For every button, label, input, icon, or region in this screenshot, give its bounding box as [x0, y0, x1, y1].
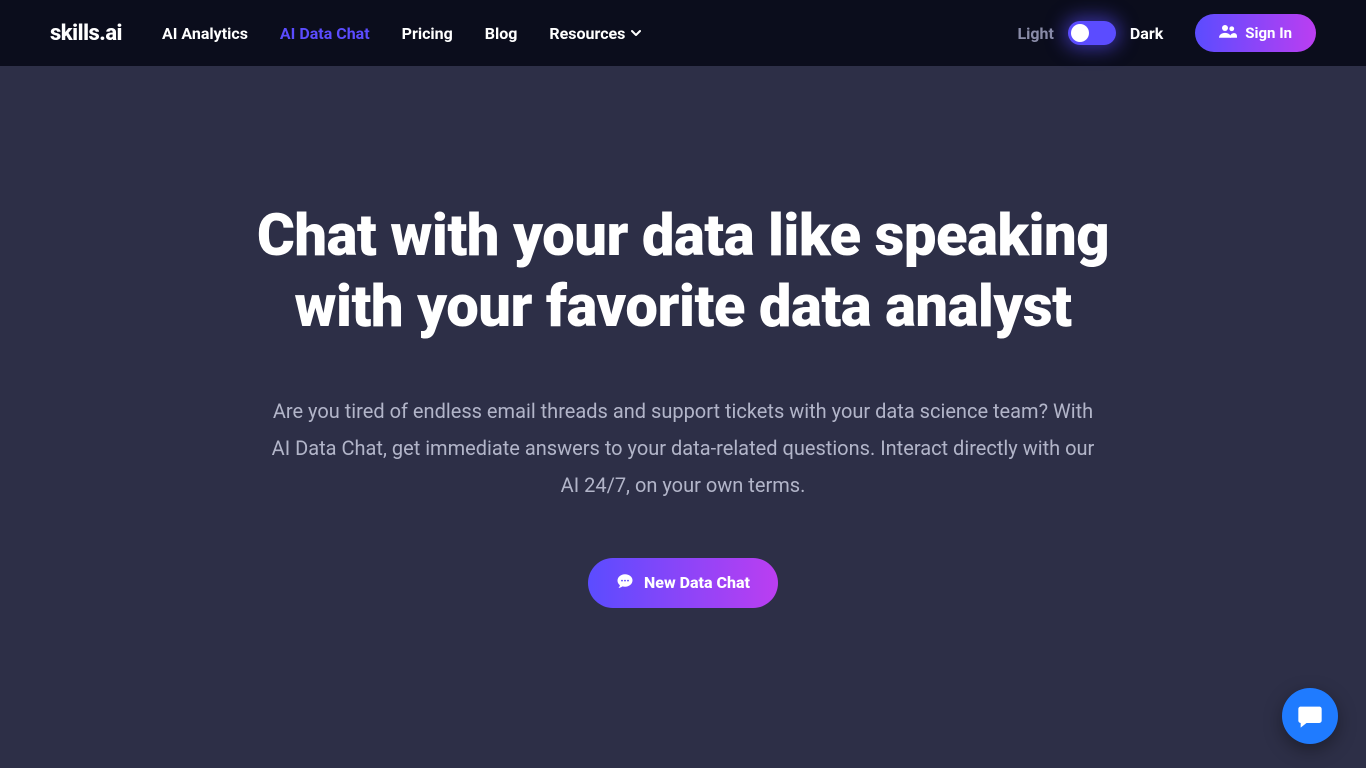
nav-ai-data-chat[interactable]: AI Data Chat — [280, 24, 370, 43]
signin-button[interactable]: Sign In — [1195, 14, 1316, 52]
nav: AI Analytics AI Data Chat Pricing Blog R… — [162, 24, 641, 43]
hero-subtitle: Are you tired of endless email threads a… — [263, 393, 1103, 504]
signin-label: Sign In — [1245, 24, 1292, 42]
cta-label: New Data Chat — [644, 573, 750, 592]
new-data-chat-button[interactable]: New Data Chat — [588, 558, 778, 608]
chat-icon — [616, 572, 634, 594]
chat-bubble-icon — [1296, 702, 1324, 730]
chat-fab[interactable] — [1282, 688, 1338, 744]
moon-icon — [1078, 24, 1096, 42]
theme-dark-label: Dark — [1130, 24, 1163, 43]
hero: Chat with your data like speaking with y… — [0, 66, 1366, 608]
chevron-down-icon — [631, 28, 641, 38]
header: skills.ai AI Analytics AI Data Chat Pric… — [0, 0, 1366, 66]
theme-toggle[interactable] — [1068, 21, 1116, 45]
nav-ai-analytics[interactable]: AI Analytics — [162, 24, 248, 43]
logo[interactable]: skills.ai — [50, 21, 122, 46]
hero-title: Chat with your data like speaking with y… — [233, 201, 1133, 343]
nav-blog[interactable]: Blog — [485, 24, 518, 43]
theme-light-label: Light — [1018, 24, 1054, 43]
users-icon — [1219, 24, 1237, 42]
header-right: Light Dark Sign In — [1018, 14, 1317, 52]
nav-resources-label: Resources — [549, 24, 625, 43]
nav-resources[interactable]: Resources — [549, 24, 641, 43]
nav-pricing[interactable]: Pricing — [402, 24, 453, 43]
